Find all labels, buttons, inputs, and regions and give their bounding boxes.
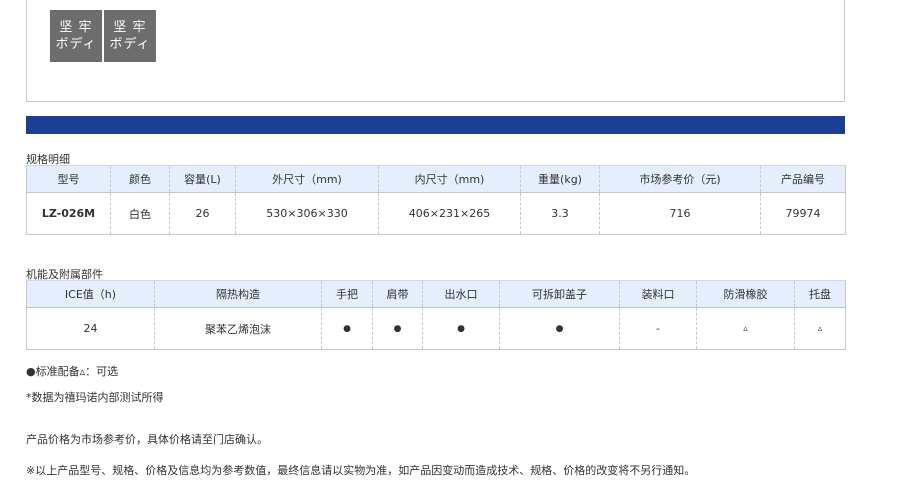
outer-size-cell: 530×306×330 (235, 192, 379, 235)
column-header: 装料口 (619, 280, 697, 308)
column-header: 外尺寸（mm) (235, 165, 379, 193)
product-image-panel: 坚 牢 ボディ 坚 牢 ボディ (26, 0, 845, 102)
column-header: 托盘 (794, 280, 846, 308)
column-header: 颜色 (110, 165, 170, 193)
badge-line: 坚 牢 (113, 20, 147, 35)
column-header: 可拆卸盖子 (499, 280, 620, 308)
badge-line: 坚 牢 (59, 20, 93, 35)
column-header: 市场参考价（元) (599, 165, 761, 193)
section-divider-bar (26, 116, 845, 134)
ice-value-cell: 24 (26, 307, 155, 350)
table-row: LZ-026M 白色 26 530×306×330 406×231×265 3.… (26, 192, 846, 235)
drain-cell: ● (422, 307, 500, 350)
product-number-cell: 79974 (760, 192, 846, 235)
model-cell: LZ-026M (26, 192, 111, 235)
shoulder-strap-cell: ● (372, 307, 423, 350)
color-cell: 白色 (110, 192, 170, 235)
column-header: 重量(kg) (520, 165, 600, 193)
capacity-cell: 26 (169, 192, 236, 235)
disclaimer-note: ※以上产品型号、规格、价格及信息均为参考数值，最终信息请以实物为准，如产品因变动… (26, 464, 696, 477)
column-header: 产品编号 (760, 165, 846, 193)
column-header: ICE值（h) (26, 280, 155, 308)
column-header: 出水口 (422, 280, 500, 308)
column-header: 手把 (321, 280, 373, 308)
column-header: 型号 (26, 165, 111, 193)
table-header-row: 型号 颜色 容量(L) 外尺寸（mm) 内尺寸（mm) 重量(kg) 市场参考价… (26, 165, 846, 193)
handle-cell: ● (321, 307, 373, 350)
badge-line: ボディ (109, 37, 151, 52)
column-header: 隔热构造 (154, 280, 322, 308)
column-header: 肩带 (372, 280, 423, 308)
removable-lid-cell: ● (499, 307, 620, 350)
table-header-row: ICE值（h) 隔热构造 手把 肩带 出水口 可拆卸盖子 装料口 防滑橡胶 托盘 (26, 280, 846, 308)
spec-table: 型号 颜色 容量(L) 外尺寸（mm) 内尺寸（mm) 重量(kg) 市场参考价… (26, 165, 846, 235)
price-cell: 716 (599, 192, 761, 235)
loading-port-cell: - (619, 307, 697, 350)
tray-cell: ▵ (794, 307, 846, 350)
column-header: 内尺寸（mm) (378, 165, 521, 193)
table-row: 24 聚苯乙烯泡沫 ● ● ● ● - ▵ ▵ (26, 307, 846, 350)
durable-body-badge: 坚 牢 ボディ (50, 10, 102, 62)
price-note: 产品价格为市场参考价，具体价格请至门店确认。 (26, 433, 268, 446)
data-source-note: *数据为禧玛诺内部测试所得 (26, 391, 164, 404)
badge-line: ボディ (55, 37, 97, 52)
legend-note: ●标准配备▵：可选 (26, 365, 119, 378)
column-header: 容量(L) (169, 165, 236, 193)
inner-size-cell: 406×231×265 (378, 192, 521, 235)
durable-body-badges: 坚 牢 ボディ 坚 牢 ボディ (50, 10, 156, 62)
durable-body-badge: 坚 牢 ボディ (104, 10, 156, 62)
column-header: 防滑橡胶 (696, 280, 795, 308)
insulation-cell: 聚苯乙烯泡沫 (154, 307, 322, 350)
weight-cell: 3.3 (520, 192, 600, 235)
features-table: ICE值（h) 隔热构造 手把 肩带 出水口 可拆卸盖子 装料口 防滑橡胶 托盘… (26, 280, 846, 350)
antislip-rubber-cell: ▵ (696, 307, 795, 350)
